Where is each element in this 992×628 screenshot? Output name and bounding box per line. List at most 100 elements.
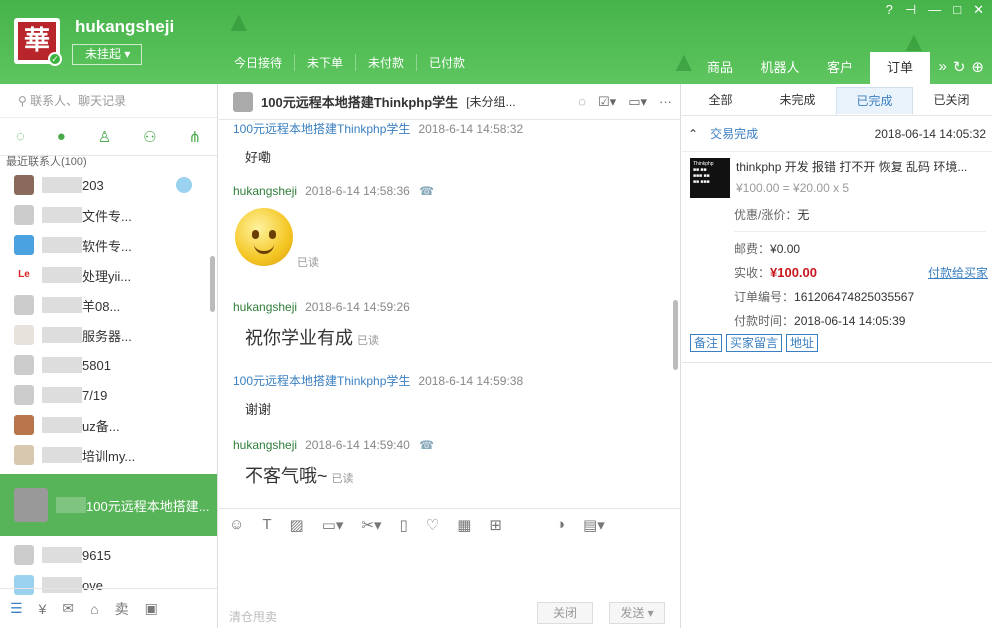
record-icon[interactable]: ▤▾ xyxy=(583,516,605,534)
org-tree-icon[interactable]: ⋔ xyxy=(188,128,201,146)
contact-item[interactable]: 9615 xyxy=(0,540,217,570)
sell-icon[interactable]: 卖 xyxy=(115,599,129,619)
stat-today[interactable]: 今日接待 xyxy=(222,54,294,71)
product-row[interactable]: Thinkphp ■■ ■■ ■■■ ■■ ■■ ■■■ thinkphp 开发 报错… xyxy=(682,152,992,198)
postage-row: 邮费：¥0.00 xyxy=(734,240,992,256)
help-icon[interactable]: ? xyxy=(886,2,893,18)
pay-time-row: 付款时间：2018-06-14 14:05:39 xyxy=(734,312,992,328)
contact-item[interactable]: 文件专... xyxy=(0,200,217,230)
note-button[interactable]: 备注 xyxy=(690,334,723,352)
message: hukangsheji 2018-6-14 14:58:36 ☎ 已读 xyxy=(233,184,434,270)
redaction xyxy=(42,237,82,253)
refresh-icon[interactable]: ↻ xyxy=(953,58,966,76)
contact-item[interactable]: 服务器... xyxy=(0,320,217,350)
paid-value: ¥100.00 xyxy=(770,265,818,280)
shake-icon[interactable]: ▯ xyxy=(400,516,408,534)
user-avatar[interactable]: 華 ✓ xyxy=(14,18,62,66)
phone-icon: ☎ xyxy=(419,438,435,452)
pay-buyer-link[interactable]: 付款给买家 xyxy=(928,264,988,281)
nav-robot[interactable]: 机器人 xyxy=(750,52,810,84)
image-icon[interactable]: ▨ xyxy=(290,516,304,534)
stat-unordered[interactable]: 未下单 xyxy=(294,54,355,71)
contact-item[interactable]: 7/19 xyxy=(0,380,217,410)
contact-scrollbar[interactable] xyxy=(210,256,215,312)
send-button[interactable]: 发送 ▾ xyxy=(609,602,665,624)
message-input[interactable]: 清仓甩卖 关闭 发送 ▾ xyxy=(219,540,681,628)
input-placeholder: 清仓甩卖 xyxy=(229,610,278,624)
pin-icon[interactable]: ⊣ xyxy=(905,2,916,18)
tab-closed[interactable]: 已关闭 xyxy=(913,87,990,115)
contact-item-selected[interactable]: 100元远程本地搭建... xyxy=(0,474,217,536)
tab-completed[interactable]: 已完成 xyxy=(836,87,913,115)
font-icon[interactable]: T xyxy=(262,516,271,533)
close-icon[interactable]: ✕ xyxy=(973,2,984,18)
redaction xyxy=(42,327,82,343)
left-tabs: ◌ ● ♙ ⚇ ⋔ xyxy=(0,118,217,156)
contact-avatar xyxy=(14,235,34,255)
stat-paid[interactable]: 已付款 xyxy=(416,54,477,71)
history-icon[interactable]: ◑ xyxy=(556,516,565,533)
collapse-chevron-icon[interactable]: ⌃ xyxy=(688,127,698,141)
scissors-icon[interactable]: ✂▾ xyxy=(361,516,381,534)
contact-group-header[interactable]: 最近联系人(100) xyxy=(0,156,217,170)
contact-item[interactable]: 软件专... xyxy=(0,230,217,260)
panel-icon[interactable]: ▣ xyxy=(145,600,158,617)
contact-item[interactable]: Le 处理yii... xyxy=(0,260,217,290)
money-icon[interactable]: ¥ xyxy=(39,601,47,617)
menu-icon[interactable]: ☰ xyxy=(10,600,23,617)
contact-person-icon[interactable]: ♙ xyxy=(98,128,111,146)
status-dropdown[interactable]: 未挂起 ▾ xyxy=(72,44,142,65)
maximize-icon[interactable]: □ xyxy=(953,2,961,18)
order-tabs: 全部 未完成 已完成 已关闭 xyxy=(682,84,992,116)
order-no-label: 订单编号： xyxy=(734,290,795,304)
more-icon[interactable]: » xyxy=(939,58,947,76)
more-dots-icon[interactable]: ··· xyxy=(659,94,672,110)
product-thumbnail[interactable]: Thinkphp ■■ ■■ ■■■ ■■ ■■ ■■■ xyxy=(690,158,730,198)
calendar-icon[interactable]: ▦ xyxy=(457,516,471,534)
contact-item[interactable]: uz备... xyxy=(0,410,217,440)
contact-item[interactable]: 203 xyxy=(0,170,217,200)
message: hukangsheji 2018-6-14 14:59:40 ☎ 不客气哦~ 已读 xyxy=(233,438,434,488)
contact-item[interactable]: 培训my... xyxy=(0,440,217,470)
contact-search[interactable]: ⚲ 联系人、聊天记录 xyxy=(0,84,217,118)
product-title[interactable]: thinkphp 开发 报错 打不开 恢复 乱码 环境... xyxy=(736,158,967,175)
search-input[interactable]: 联系人、聊天记录 xyxy=(30,94,126,108)
tab-all[interactable]: 全部 xyxy=(682,87,759,115)
buyer-message-button[interactable]: 买家留言 xyxy=(726,334,783,352)
group-people-icon[interactable]: ⚇ xyxy=(143,128,156,146)
contact-item[interactable]: 5801 xyxy=(0,350,217,380)
message: 100元远程本地搭建Thinkphp学生 2018-6-14 14:58:32 好… xyxy=(233,120,523,166)
coupon-icon[interactable]: ⊞ xyxy=(489,516,502,534)
address-button[interactable]: 地址 xyxy=(786,334,819,352)
chat-bubble-icon[interactable]: ◌ xyxy=(16,128,25,145)
close-button[interactable]: 关闭 xyxy=(537,602,593,624)
mail-icon[interactable]: ✉ xyxy=(62,600,74,617)
redaction xyxy=(42,177,82,193)
quick-reply-icon[interactable]: ◌ xyxy=(578,94,586,110)
nav-customer[interactable]: 客户 xyxy=(810,52,870,84)
contact-avatar xyxy=(14,545,34,565)
message-sender: 100元远程本地搭建Thinkphp学生 2018-6-14 14:58:32 xyxy=(233,120,523,137)
tab-incomplete[interactable]: 未完成 xyxy=(759,87,836,115)
add-icon[interactable]: ⊕ xyxy=(971,58,984,76)
shop-icon[interactable]: ⌂ xyxy=(90,601,98,617)
sender-name: hukangsheji xyxy=(233,300,298,314)
recent-clock-icon[interactable]: ● xyxy=(57,128,66,145)
message: 100元远程本地搭建Thinkphp学生 2018-6-14 14:59:38 谢… xyxy=(233,372,523,418)
sender-name: hukangsheji xyxy=(233,184,298,198)
minimize-icon[interactable]: — xyxy=(928,2,941,18)
nav-goods[interactable]: 商品 xyxy=(690,52,750,84)
folder-icon[interactable]: ▭▾ xyxy=(322,516,344,534)
heart-icon[interactable]: ♡ xyxy=(426,516,439,534)
emoji-icon[interactable]: ☺ xyxy=(229,516,244,533)
contact-item[interactable]: 羊08... xyxy=(0,290,217,320)
order-header[interactable]: ⌃ 交易完成 2018-06-14 14:05:32 xyxy=(682,116,992,152)
video-icon[interactable]: ▭▾ xyxy=(628,94,647,110)
message-sender: hukangsheji 2018-6-14 14:59:26 xyxy=(233,300,410,314)
read-status: 已读 xyxy=(357,335,379,347)
transfer-icon[interactable]: ☑▾ xyxy=(598,94,616,110)
stat-unpaid[interactable]: 未付款 xyxy=(355,54,416,71)
message-text: 好嘞 xyxy=(245,150,272,165)
chat-scrollbar[interactable] xyxy=(673,300,678,370)
nav-orders[interactable]: 订单 xyxy=(870,52,930,84)
